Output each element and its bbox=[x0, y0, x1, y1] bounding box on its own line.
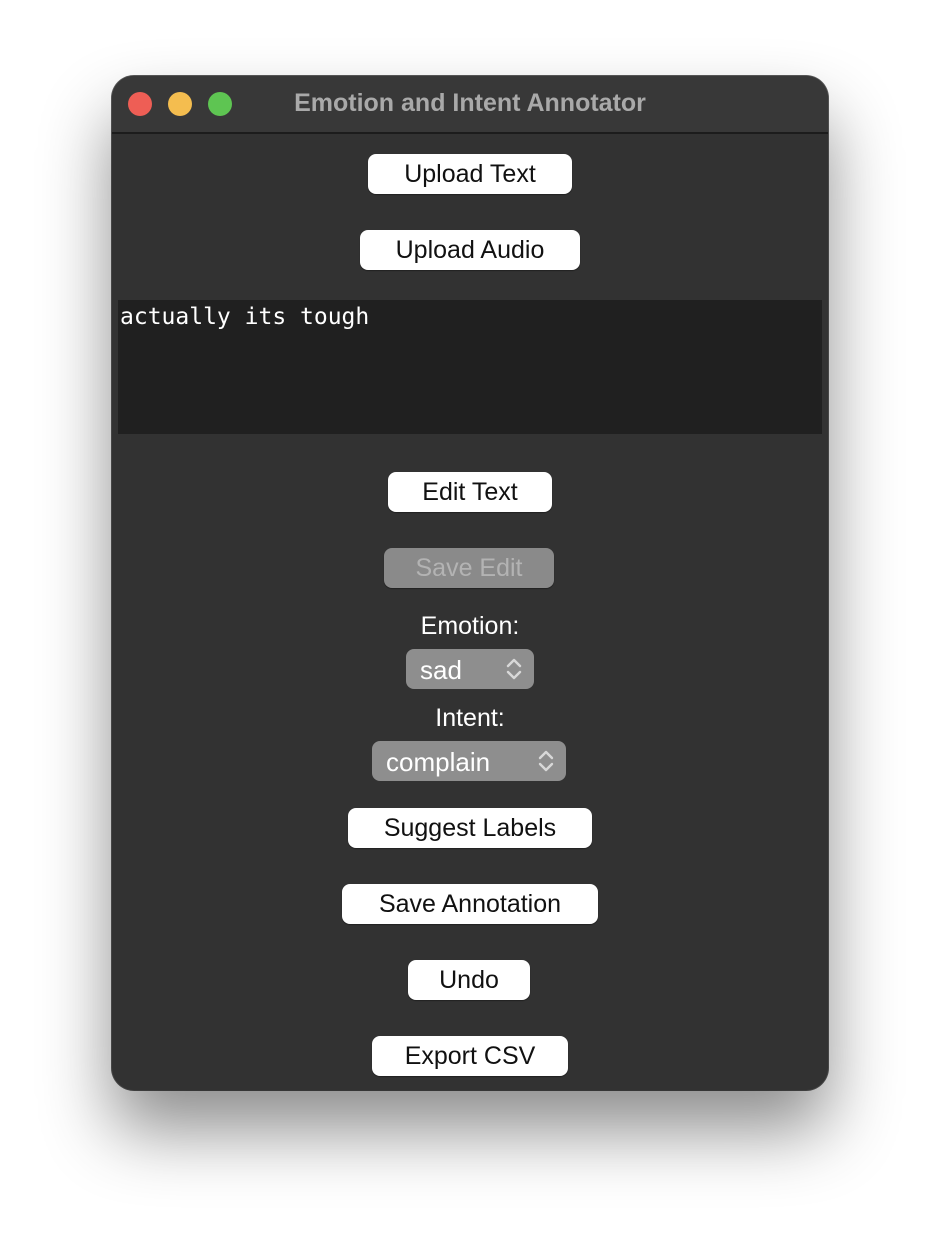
emotion-selected-value: sad bbox=[420, 655, 462, 685]
save-annotation-button[interactable]: Save Annotation bbox=[342, 884, 598, 924]
emotion-select[interactable]: sad bbox=[406, 649, 534, 689]
intent-selected-value: complain bbox=[386, 747, 491, 777]
save-edit-button[interactable]: Save Edit bbox=[384, 548, 554, 588]
upload-text-button[interactable]: Upload Text bbox=[368, 154, 572, 194]
title-bar: Emotion and Intent Annotator bbox=[112, 76, 828, 134]
chevron-up-down-icon bbox=[506, 658, 522, 680]
emotion-label: Emotion: bbox=[420, 612, 520, 640]
window-title: Emotion and Intent Annotator bbox=[294, 89, 646, 117]
intent-select[interactable]: complain bbox=[372, 741, 566, 781]
app-window: Emotion and Intent Annotator Upload Text… bbox=[112, 76, 828, 1090]
transcript-text-area[interactable]: actually its tough bbox=[118, 300, 822, 434]
chevron-up-down-icon bbox=[538, 750, 554, 772]
undo-button[interactable]: Undo bbox=[408, 960, 530, 1000]
suggest-labels-button[interactable]: Suggest Labels bbox=[348, 808, 592, 848]
intent-label: Intent: bbox=[435, 704, 505, 732]
upload-audio-button[interactable]: Upload Audio bbox=[360, 230, 580, 270]
export-csv-button[interactable]: Export CSV bbox=[372, 1036, 568, 1076]
edit-text-button[interactable]: Edit Text bbox=[388, 472, 552, 512]
